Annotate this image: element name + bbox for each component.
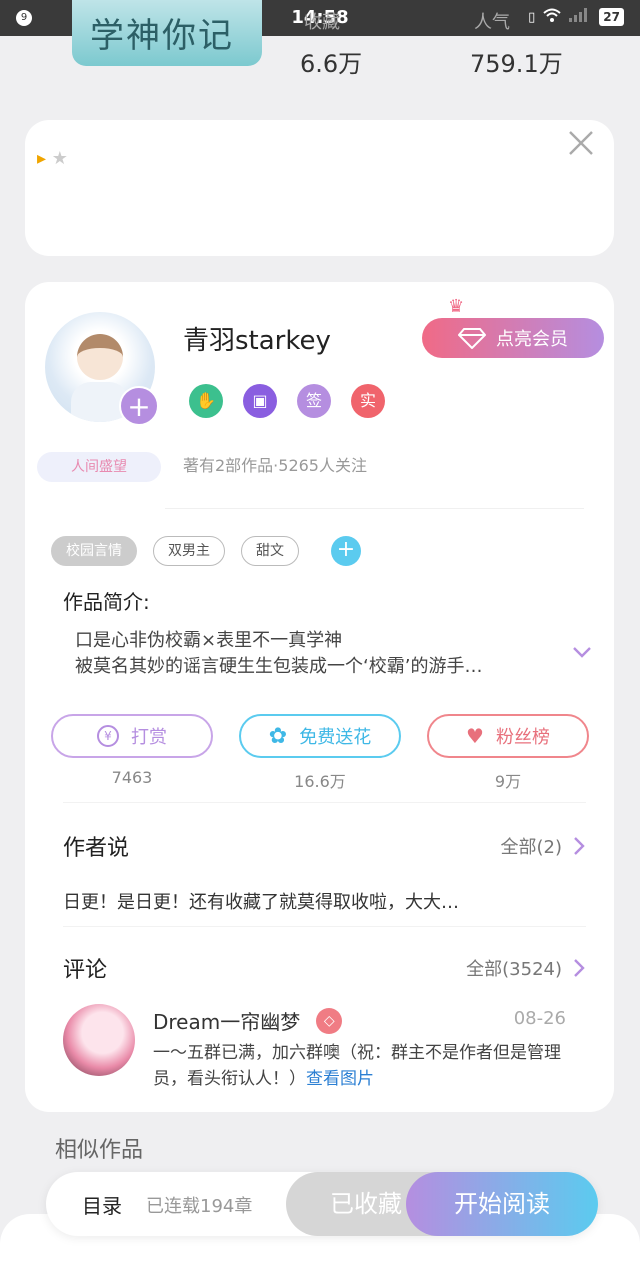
author-name[interactable]: 青羽starkey (183, 320, 331, 357)
author-says-title: 作者说 (63, 836, 130, 861)
commenter-avatar[interactable] (63, 1004, 135, 1076)
wifi-icon (543, 8, 561, 26)
comment-date: 08-26 (513, 1008, 566, 1029)
handshake-medal-icon[interactable]: ✋ (189, 384, 223, 418)
crown-icon: ♛ (448, 296, 465, 317)
diamond-icon (458, 328, 486, 349)
status-icons: ▯ 27 (528, 8, 624, 26)
flower-action: ✿ 免费送花 16.6万 (239, 714, 401, 792)
battery-indicator: 27 (599, 8, 624, 26)
tag-item[interactable]: 双男主 (153, 536, 225, 566)
similar-works-title: 相似作品 (55, 1138, 144, 1163)
serial-status: 已连载194章 (146, 1196, 253, 1217)
tag-list: 校园言情 双男主 甜文 + (51, 536, 361, 566)
author-subtitle: 著有2部作品·5265人关注 (183, 456, 367, 475)
chevron-right-icon (574, 837, 585, 855)
view-image-link[interactable]: 查看图片 (306, 1069, 374, 1089)
signal-icon (569, 8, 591, 26)
author-says-more-link[interactable]: 全部(2) (501, 833, 587, 859)
fans-count: 9万 (494, 772, 522, 791)
yen-icon: ¥ (97, 725, 119, 747)
stat-collect-value: 6.6万 (300, 50, 363, 78)
diamond-icon: ◇ (316, 1007, 343, 1034)
send-flower-label: 免费送花 (299, 727, 372, 748)
flower-count: 16.6万 (294, 772, 346, 791)
commenter-name[interactable]: Dream一帘幽梦 (153, 1006, 300, 1035)
intro-text[interactable]: 口是心非伪校霸×表里不一真学神 被莫名其妙的谣言硬生生包装成一个‘校霸’的游手… (75, 628, 482, 680)
action-row: ¥ 打赏 7463 ✿ 免费送花 16.6万 ♥ 粉丝榜 9万 (51, 714, 589, 792)
comments-title: 评论 (63, 958, 108, 983)
star-icon: ▸ (37, 148, 47, 169)
stat-label-popularity: 人气 (474, 12, 510, 33)
tag-item[interactable]: 校园言情 (51, 536, 137, 566)
chevron-down-icon[interactable] (572, 642, 592, 662)
ad-card[interactable]: ▸ ★ (25, 120, 614, 256)
start-reading-button[interactable]: 开始阅读 (406, 1172, 598, 1236)
toc-button[interactable]: 目录 (82, 1190, 122, 1219)
star-icon: ★ (51, 148, 68, 169)
comments-more-link[interactable]: 全部(3524) (466, 955, 586, 981)
intro-line: 口是心非伪校霸×表里不一真学神 (75, 630, 343, 651)
author-medals: ✋ ▣ 签 实 (189, 384, 385, 418)
comment-text[interactable]: 一～五群已满，加六群噢（祝：群主不是作者但是管理员，看头衔认人！）查看图片 (153, 1040, 573, 1092)
reward-count: 7463 (111, 768, 153, 787)
bottom-action-bar: 目录 已连载194章 已收藏 开始阅读 (46, 1172, 598, 1236)
stat-label-collect: 收藏 (304, 12, 340, 33)
author-says-header: 作者说 全部(2) (63, 830, 586, 862)
user-heart-icon: ♥ (466, 724, 484, 748)
tag-item[interactable]: 甜文 (241, 536, 299, 566)
intro-line: 被莫名其妙的谣言硬生生包装成一个‘校霸’的游手… (75, 656, 483, 677)
vip-button[interactable]: ♛ 点亮会员 (422, 296, 604, 358)
author-title-badge: 人间盛望 (37, 452, 161, 482)
author-says-text[interactable]: 日更！是日更！还有收藏了就莫得取收啦，大大… (63, 888, 459, 914)
author-says-more-label: 全部(2) (500, 837, 563, 858)
fans-rank-label: 粉丝榜 (495, 727, 550, 748)
divider (165, 508, 584, 509)
book-medal-icon[interactable]: ▣ (243, 384, 277, 418)
flower-icon: ✿ (268, 723, 288, 749)
fans-action: ♥ 粉丝榜 9万 (427, 714, 589, 792)
add-tag-button[interactable]: + (331, 536, 361, 566)
send-flower-button[interactable]: ✿ 免费送花 (239, 714, 401, 758)
reward-button[interactable]: ¥ 打赏 (51, 714, 213, 758)
comments-more-label: 全部(3524) (466, 959, 562, 980)
vip-button-label: 点亮会员 (496, 329, 568, 350)
comments-header: 评论 全部(3524) (63, 952, 586, 984)
chevron-right-icon (574, 959, 585, 977)
reward-label: 打赏 (131, 727, 167, 748)
divider (63, 802, 586, 803)
close-icon[interactable] (564, 130, 598, 164)
vibrate-icon: ▯ (528, 9, 536, 25)
fans-rank-button[interactable]: ♥ 粉丝榜 (427, 714, 589, 758)
avatar-face (77, 334, 123, 380)
follow-author-button[interactable]: + (119, 386, 159, 426)
divider (63, 926, 586, 927)
book-detail-card: + 人间盛望 青羽starkey ♛ 点亮会员 ✋ ▣ 签 实 著有2部作品·5… (25, 282, 614, 1112)
cover-title: 学神你记 (90, 16, 234, 56)
rating-stars: ▸ ★ (37, 148, 68, 169)
reward-action: ¥ 打赏 7463 (51, 714, 213, 792)
book-cover[interactable]: 学神你记 (72, 0, 262, 66)
intro-label: 作品简介: (63, 590, 150, 614)
stat-popularity-value: 759.1万 (470, 50, 563, 78)
commenter-name-row: Dream一帘幽梦 ◇ (153, 1006, 343, 1035)
verified-medal[interactable]: 实 (351, 384, 385, 418)
signed-medal[interactable]: 签 (297, 384, 331, 418)
